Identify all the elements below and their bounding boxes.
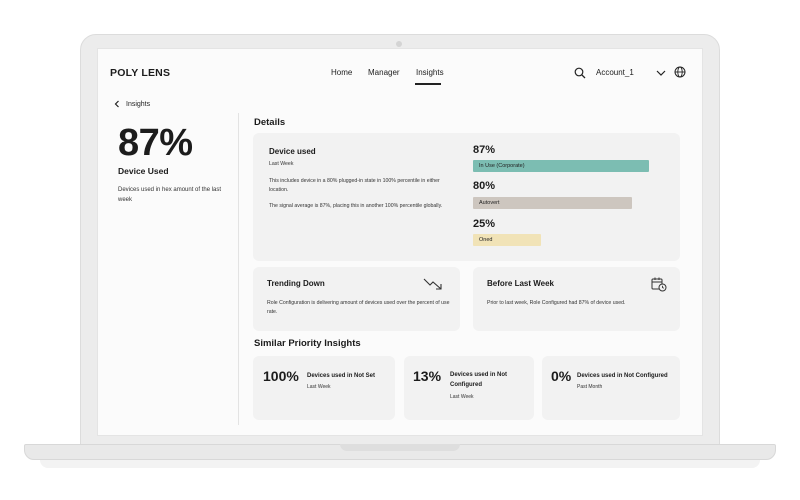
trending-down-card[interactable]: Trending Down Role Configuration is deli… [253,267,460,331]
chevron-left-icon [114,100,119,108]
similar-insight-period: Last Week [307,384,331,390]
device-used-description: Devices used in hex amount of the last w… [118,187,222,203]
trend-down-icon [423,278,442,290]
before-last-week-title: Before Last Week [487,279,554,288]
similar-insight-value: 100% [263,368,299,384]
device-used-value: 87% [118,122,193,164]
similar-insights-heading: Similar Priority Insights [254,338,361,349]
before-last-week-description: Prior to last week, Role Configured had … [487,300,626,306]
back-link[interactable]: Insights [114,100,150,108]
bar-oned: Oned [473,234,541,246]
panel-divider [238,113,239,425]
similar-insight-card[interactable]: 13% Devices used in Not Configured Last … [404,356,534,420]
nav-insights[interactable]: Insights [416,68,444,77]
brand-logo[interactable]: POLY LENS [110,67,170,79]
account-name[interactable]: Account_1 [596,68,634,77]
camera-dot [396,41,402,47]
similar-insight-label: Devices used in Not Configured [450,372,508,388]
bar-autovert: Autovert [473,197,632,209]
laptop-notch [340,444,460,451]
details-description-1: This includes device in a 80% plugged-in… [269,178,440,193]
similar-insight-label: Devices used in Not Configured [577,373,668,379]
trending-down-title: Trending Down [267,279,325,288]
chevron-down-icon[interactable] [656,69,666,77]
details-card-title: Device used [269,147,316,156]
similar-insight-card[interactable]: 0% Devices used in Not Configured Past M… [542,356,680,420]
trending-down-description: Role Configuration is delivering amount … [267,300,450,315]
similar-insight-label: Devices used in Not Set [307,373,376,379]
similar-insight-card[interactable]: 100% Devices used in Not Set Last Week [253,356,395,420]
app-screen: POLY LENS Home Manager Insights Account_… [97,48,703,436]
calendar-clock-icon [651,277,667,292]
bar-value-autovert: 80% [473,180,496,192]
similar-insight-value: 13% [413,368,442,384]
nav-active-indicator [415,83,441,85]
search-icon[interactable] [574,67,586,79]
globe-icon[interactable] [674,66,686,78]
details-card-subtitle: Last Week [269,161,294,167]
laptop-shadow [40,460,760,468]
bar-value-in-use: 87% [473,144,496,156]
back-label: Insights [126,100,151,108]
before-last-week-card[interactable]: Before Last Week Prior to last week, Rol… [473,267,680,331]
bar-value-oned: 25% [473,218,496,230]
bar-in-use: In Use (Corporate) [473,160,649,172]
details-card: Device used Last Week This includes devi… [253,133,680,261]
details-heading: Details [254,117,286,128]
details-description-2: The signal average is 87%, placing this … [269,203,443,209]
similar-insight-period: Past Month [577,384,603,390]
nav-manager[interactable]: Manager [368,68,400,77]
nav-home[interactable]: Home [331,68,352,77]
similar-insight-value: 0% [551,368,572,384]
device-used-label: Device Used [118,166,169,176]
similar-insight-period: Last Week [450,394,474,400]
